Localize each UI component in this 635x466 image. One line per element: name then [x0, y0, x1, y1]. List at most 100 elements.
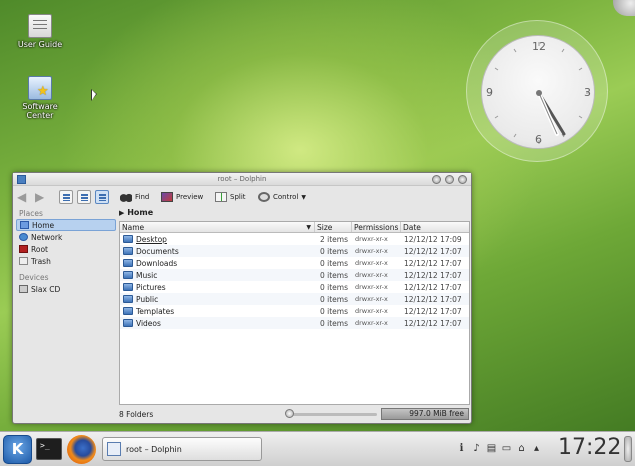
digital-clock[interactable]: 17:22 — [558, 435, 621, 460]
find-label: Find — [135, 193, 150, 201]
table-row[interactable]: Public 0 items drwxr-xr-x 12/12/12 17:07 — [120, 293, 469, 305]
details-view-button[interactable] — [95, 190, 109, 204]
file-size: 0 items — [319, 282, 348, 292]
terminal-launcher-icon[interactable]: >_ — [36, 438, 62, 460]
table-row[interactable]: Templates 0 items drwxr-xr-x 12/12/12 17:07 — [120, 305, 469, 317]
column-date-header[interactable]: Date — [401, 222, 469, 232]
display-icon[interactable]: ▭ — [501, 443, 512, 455]
clock-number-9: 9 — [486, 86, 493, 99]
file-date: 12/12/12 17:07 — [404, 306, 462, 316]
file-permissions: drwxr-xr-x — [355, 283, 388, 291]
user-guide-icon — [28, 14, 52, 38]
file-name: Pictures — [136, 282, 166, 292]
back-arrow-icon[interactable]: ◀ — [17, 191, 31, 203]
home-icon — [20, 221, 29, 229]
column-name-header[interactable]: Name ▼ — [120, 222, 315, 232]
file-name: Templates — [136, 306, 175, 316]
forward-arrow-icon[interactable]: ▶ — [35, 191, 49, 203]
status-summary: 8 Folders — [119, 410, 154, 419]
clock-number-6: 6 — [535, 133, 542, 146]
zoom-slider-track[interactable] — [287, 413, 377, 416]
zoom-slider-handle[interactable] — [285, 409, 294, 418]
column-date-label: Date — [403, 223, 421, 232]
places-item-label: Trash — [31, 256, 51, 266]
task-item-dolphin[interactable]: root – Dolphin — [102, 437, 262, 461]
trash-icon — [19, 257, 28, 265]
desktop-toolbox-button[interactable] — [613, 0, 635, 16]
file-size: 0 items — [319, 294, 348, 304]
dolphin-window[interactable]: root – Dolphin ◀ ▶ Find Preview Split Co… — [12, 172, 472, 424]
panel-toolbox-button[interactable] — [624, 436, 632, 462]
column-permissions-header[interactable]: Permissions — [352, 222, 401, 232]
table-row[interactable]: Music 0 items drwxr-xr-x 12/12/12 17:07 — [120, 269, 469, 281]
column-size-label: Size — [317, 223, 333, 232]
file-size: 0 items — [319, 258, 348, 268]
minimize-button[interactable] — [432, 175, 441, 184]
file-name: Public — [136, 294, 159, 304]
file-date: 12/12/12 17:09 — [404, 234, 462, 244]
window-title: root – Dolphin — [217, 175, 267, 183]
folder-icon — [123, 235, 133, 243]
file-size: 0 items — [319, 318, 348, 328]
find-button[interactable]: Find — [120, 190, 149, 204]
system-tray: i ♪ ▤ ▭ ⌂ ▴ — [456, 441, 546, 457]
file-permissions: drwxr-xr-x — [355, 259, 388, 267]
places-item-label: Network — [31, 232, 63, 242]
clock-number-3: 3 — [584, 86, 591, 99]
table-row[interactable]: Videos 0 items drwxr-xr-x 12/12/12 17:07 — [120, 317, 469, 329]
device-item-slax-cd[interactable]: Slax CD — [16, 283, 116, 295]
chevron-down-icon: ▼ — [301, 193, 306, 201]
network-icon[interactable]: ⌂ — [516, 443, 527, 455]
places-item-trash[interactable]: Trash — [16, 255, 116, 267]
file-view[interactable]: Name ▼ Size Permissions Date Desktop 2 it… — [119, 221, 470, 405]
file-size: 2 items — [319, 234, 348, 244]
file-date: 12/12/12 17:07 — [404, 270, 462, 280]
compact-view-button[interactable] — [77, 190, 91, 204]
file-permissions: drwxr-xr-x — [355, 319, 388, 327]
control-menu-button[interactable]: Control ▼ — [258, 190, 306, 204]
desktop-icon-label: User Guide — [17, 40, 63, 49]
close-button[interactable] — [458, 175, 467, 184]
free-space-indicator: 997.0 MiB free — [381, 408, 469, 420]
firefox-launcher-icon[interactable] — [67, 435, 96, 464]
notifications-icon[interactable]: ▴ — [531, 443, 542, 455]
breadcrumb-home[interactable]: Home — [127, 208, 153, 217]
places-header: Places — [19, 209, 43, 218]
window-titlebar[interactable]: root – Dolphin — [13, 173, 471, 186]
places-item-label: Home — [32, 220, 55, 230]
folder-icon — [123, 259, 133, 267]
table-row[interactable]: Downloads 0 items drwxr-xr-x 12/12/12 17:07 — [120, 257, 469, 269]
control-label: Control — [273, 193, 299, 201]
icons-view-button[interactable] — [59, 190, 73, 204]
places-item-home[interactable]: Home — [16, 219, 116, 231]
desktop-icon-user-guide[interactable]: User Guide — [16, 14, 64, 49]
kde-menu-button[interactable]: K — [3, 435, 32, 464]
file-permissions: drwxr-xr-x — [355, 271, 388, 279]
device-item-label: Slax CD — [31, 284, 61, 294]
devices-header: Devices — [19, 273, 49, 282]
file-list: Desktop 2 items drwxr-xr-x 12/12/12 17:09 D… — [120, 233, 469, 329]
table-row[interactable]: Desktop 2 items drwxr-xr-x 12/12/12 17:09 — [120, 233, 469, 245]
column-name-label: Name — [122, 222, 145, 232]
file-date: 12/12/12 17:07 — [404, 246, 462, 256]
file-permissions: drwxr-xr-x — [355, 295, 388, 303]
clock-widget[interactable]: 12 3 6 9 — [466, 20, 608, 162]
desktop-icon-software-center[interactable]: Software Center — [16, 76, 64, 120]
audio-icon[interactable]: ♪ — [471, 443, 482, 455]
file-size: 0 items — [319, 270, 348, 280]
info-icon[interactable]: i — [456, 443, 467, 455]
maximize-button[interactable] — [445, 175, 454, 184]
split-button[interactable]: Split — [215, 190, 246, 204]
preview-button[interactable]: Preview — [161, 190, 203, 204]
places-item-root[interactable]: Root — [16, 243, 116, 255]
column-size-header[interactable]: Size — [315, 222, 352, 232]
places-item-network[interactable]: Network — [16, 231, 116, 243]
clipboard-icon[interactable]: ▤ — [486, 443, 497, 455]
binoculars-icon — [120, 192, 132, 202]
network-globe-icon — [19, 233, 28, 241]
table-row[interactable]: Documents 0 items drwxr-xr-x 12/12/12 17:07 — [120, 245, 469, 257]
file-name: Downloads — [136, 258, 178, 268]
file-permissions: drwxr-xr-x — [355, 247, 388, 255]
breadcrumb[interactable]: ▶ Home — [119, 208, 153, 220]
table-row[interactable]: Pictures 0 items drwxr-xr-x 12/12/12 17:07 — [120, 281, 469, 293]
